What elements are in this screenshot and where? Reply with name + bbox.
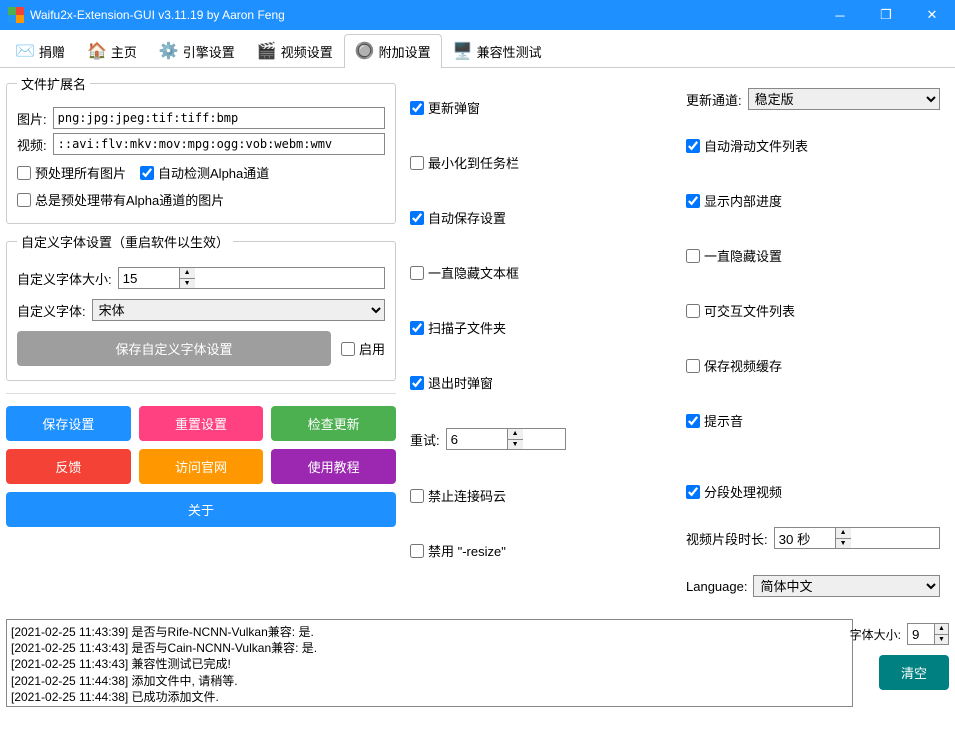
always-hide-settings-checkbox[interactable] — [686, 249, 700, 263]
font-family-label: 自定义字体: — [17, 301, 86, 320]
disable-resize-checkbox[interactable] — [410, 544, 424, 558]
log-font-size-label: 字体大小: — [850, 626, 901, 643]
interactive-filelist-checkbox[interactable] — [686, 304, 700, 318]
video-ext-label: 视频: — [17, 135, 47, 154]
tab-home[interactable]: 🏠主页 — [76, 34, 148, 67]
enable-font-checkbox[interactable] — [341, 342, 355, 356]
scan-subfolder-checkbox[interactable] — [410, 321, 424, 335]
font-family-select[interactable]: 宋体 — [92, 299, 385, 321]
about-button[interactable]: 关于 — [6, 492, 396, 527]
envelope-icon: ✉️ — [15, 41, 35, 61]
minimize-button[interactable]: ─ — [817, 0, 863, 30]
update-popup-checkbox[interactable] — [410, 101, 424, 115]
tab-engine[interactable]: ⚙️引擎设置 — [148, 34, 246, 67]
block-gitee-checkbox[interactable] — [410, 489, 424, 503]
segment-duration-spinbox[interactable]: ▲▼ — [774, 527, 940, 549]
image-ext-input[interactable] — [53, 107, 385, 129]
spin-up-icon[interactable]: ▲ — [508, 429, 523, 440]
exit-popup-checkbox[interactable] — [410, 376, 424, 390]
check-update-button[interactable]: 检查更新 — [271, 406, 396, 441]
image-ext-label: 图片: — [17, 109, 47, 128]
tab-additional[interactable]: 🔘附加设置 — [344, 34, 442, 67]
internal-progress-checkbox[interactable] — [686, 194, 700, 208]
spin-up-icon[interactable]: ▲ — [935, 624, 948, 635]
clapper-icon: 🎬 — [257, 41, 277, 61]
log-line: [2021-02-25 11:43:43] 兼容性测试已完成! — [11, 656, 848, 672]
cog-icon: 🔘 — [355, 41, 375, 61]
update-channel-select[interactable]: 稳定版 — [748, 88, 940, 110]
monitor-icon: 🖥️ — [453, 41, 473, 61]
maximize-button[interactable]: ❐ — [863, 0, 909, 30]
spin-down-icon[interactable]: ▼ — [508, 440, 523, 450]
app-icon — [8, 7, 24, 23]
close-button[interactable]: ✕ — [909, 0, 955, 30]
log-line: [2021-02-25 11:43:39] 是否与Rife-NCNN-Vulka… — [11, 624, 848, 640]
spin-up-icon[interactable]: ▲ — [180, 268, 195, 279]
tab-video[interactable]: 🎬视频设置 — [246, 34, 344, 67]
log-font-size-spinbox[interactable]: ▲▼ — [907, 623, 949, 645]
language-label: Language: — [686, 579, 747, 594]
font-legend: 自定义字体设置（重启软件以生效） — [17, 232, 233, 251]
home-icon: 🏠 — [87, 41, 107, 61]
log-line: [2021-02-25 11:44:38] 添加文件中, 请稍等. — [11, 673, 848, 689]
log-textbox[interactable]: [2021-02-25 11:43:39] 是否与Rife-NCNN-Vulka… — [6, 619, 853, 707]
font-fieldset: 自定义字体设置（重启软件以生效） 自定义字体大小: ▲▼ 自定义字体: 宋体 保… — [6, 232, 396, 381]
spin-down-icon[interactable]: ▼ — [836, 539, 851, 549]
tab-donate[interactable]: ✉️捐赠 — [4, 34, 76, 67]
tutorial-button[interactable]: 使用教程 — [271, 449, 396, 484]
gear-icon: ⚙️ — [159, 41, 179, 61]
spin-down-icon[interactable]: ▼ — [180, 279, 195, 289]
keep-video-cache-checkbox[interactable] — [686, 359, 700, 373]
feedback-button[interactable]: 反馈 — [6, 449, 131, 484]
always-alpha-checkbox[interactable] — [17, 193, 31, 207]
file-ext-fieldset: 文件扩展名 图片: 视频: 预处理所有图片 自动检测Alpha通道 总是预处理带… — [6, 74, 396, 224]
auto-alpha-checkbox[interactable] — [140, 166, 154, 180]
window-title: Waifu2x-Extension-GUI v3.11.19 by Aaron … — [30, 8, 817, 22]
segment-duration-label: 视频片段时长: — [686, 529, 768, 548]
file-ext-legend: 文件扩展名 — [17, 74, 90, 93]
auto-scroll-checkbox[interactable] — [686, 139, 700, 153]
hide-textbox-checkbox[interactable] — [410, 266, 424, 280]
retry-spinbox[interactable]: ▲▼ — [446, 428, 566, 450]
retry-label: 重试: — [410, 430, 440, 449]
visit-site-button[interactable]: 访问官网 — [139, 449, 264, 484]
language-select[interactable]: 简体中文 — [753, 575, 940, 597]
preprocess-all-checkbox[interactable] — [17, 166, 31, 180]
save-settings-button[interactable]: 保存设置 — [6, 406, 131, 441]
window-titlebar: Waifu2x-Extension-GUI v3.11.19 by Aaron … — [0, 0, 955, 30]
spin-down-icon[interactable]: ▼ — [935, 635, 948, 645]
tab-compat[interactable]: 🖥️兼容性测试 — [442, 34, 553, 67]
font-size-spinbox[interactable]: ▲▼ — [118, 267, 385, 289]
update-channel-label: 更新通道: — [686, 90, 742, 109]
segment-video-checkbox[interactable] — [686, 485, 700, 499]
log-line: [2021-02-25 11:43:43] 是否与Cain-NCNN-Vulka… — [11, 640, 848, 656]
min-to-tray-checkbox[interactable] — [410, 156, 424, 170]
font-size-label: 自定义字体大小: — [17, 269, 112, 288]
reset-settings-button[interactable]: 重置设置 — [139, 406, 264, 441]
log-line: [2021-02-25 11:44:38] 已成功添加文件. — [11, 689, 848, 705]
auto-save-checkbox[interactable] — [410, 211, 424, 225]
clear-log-button[interactable]: 清空 — [879, 655, 949, 690]
spin-up-icon[interactable]: ▲ — [836, 528, 851, 539]
save-font-button[interactable]: 保存自定义字体设置 — [17, 331, 331, 366]
prompt-sound-checkbox[interactable] — [686, 414, 700, 428]
video-ext-input[interactable] — [53, 133, 385, 155]
tab-bar: ✉️捐赠 🏠主页 ⚙️引擎设置 🎬视频设置 🔘附加设置 🖥️兼容性测试 — [0, 30, 955, 68]
